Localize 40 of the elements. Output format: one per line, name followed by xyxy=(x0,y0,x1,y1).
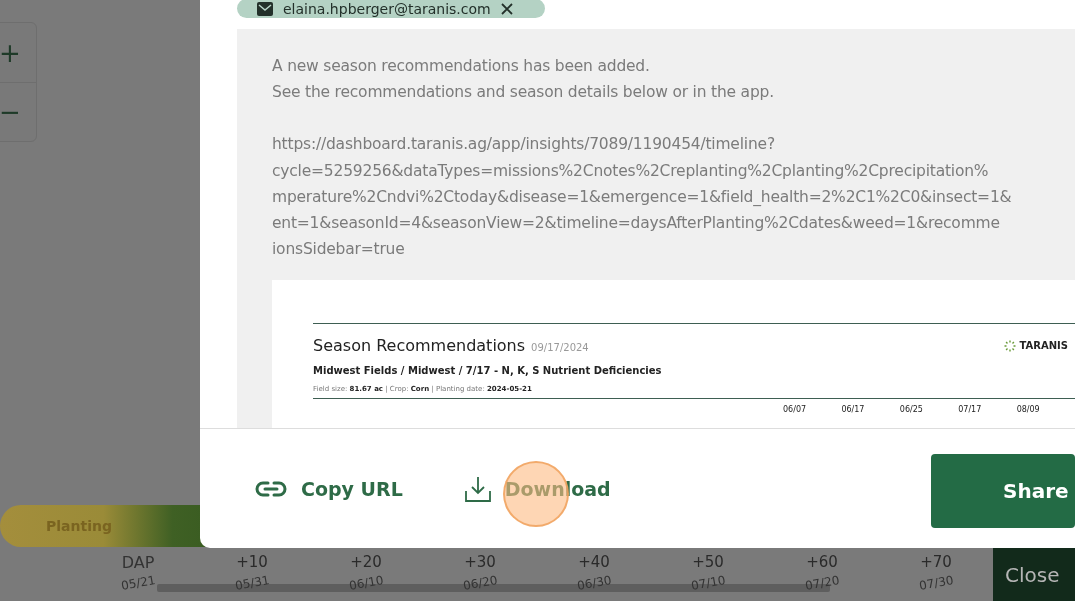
share-button[interactable]: Share xyxy=(931,453,1075,528)
logo-icon xyxy=(1004,339,1017,352)
link-icon xyxy=(255,479,287,498)
axis-tick: +30 xyxy=(463,553,497,572)
axis-tick: +40 xyxy=(577,553,611,572)
column-date: 06/07 xyxy=(783,405,808,415)
url-text: https://dashboard.taranis.ag/app/insights/7089/1190454/timeline? xyxy=(272,134,776,156)
date-tick: 07/30 xyxy=(917,573,955,593)
column-date: 06/17 xyxy=(841,405,866,415)
date-tick: 06/30 xyxy=(575,573,613,593)
report-title: Season Recommendations xyxy=(313,336,526,356)
url-text: cycle=5259256&dataTypes=missions%2Cnotes%2Creplanting%2Cplanting%2Cprecipitation% xyxy=(272,160,990,182)
logo-text: TARANIS xyxy=(1019,340,1068,352)
axis-tick: +70 xyxy=(919,553,953,572)
axis-tick: +50 xyxy=(691,553,725,572)
axis-label: DAP xyxy=(120,553,156,572)
date-tick: 05/21 xyxy=(119,573,157,593)
remove-icon[interactable] xyxy=(500,2,513,15)
axis-tick: +10 xyxy=(235,553,269,572)
date-tick: 07/10 xyxy=(689,573,727,593)
close-button[interactable]: Close xyxy=(993,548,1075,601)
column-date: 08/09 xyxy=(1016,405,1041,415)
axis-tick: +20 xyxy=(349,553,383,572)
message-text: See the recommendations and season details below or in the app. xyxy=(272,82,775,104)
date-tick: 06/10 xyxy=(347,573,385,593)
column-date: 06/25 xyxy=(899,405,924,415)
download-icon xyxy=(464,475,491,502)
column-date: 07/17 xyxy=(958,405,983,415)
url-text: ionsSidebar=true xyxy=(272,239,406,261)
date-tick: 05/31 xyxy=(233,573,271,593)
message-text: A new season recommendations has been added. xyxy=(272,56,651,77)
url-text: mperature%2Cndvi%2Ctoday&disease=1&emergence=1&field_health=2%2C1%2C0&insect=1& xyxy=(272,186,1013,208)
recipient-email: elaina.hpberger@taranis.com xyxy=(283,0,491,17)
url-text: ent=1&seasonId=4&seasonView=2&timeline=daysAfterPlanting%2Cdates&weed=1&recomme xyxy=(272,213,1001,234)
date-tick: 07/20 xyxy=(803,573,841,593)
report-path: Midwest Fields / Midwest / 7/17 - N, K, S Nutrient Deficiencies xyxy=(313,365,663,377)
axis-tick: +60 xyxy=(805,553,839,572)
report-date: 09/17/2024 xyxy=(531,342,589,354)
copy-url-link[interactable]: Copy URL xyxy=(301,477,403,500)
date-tick: 06/20 xyxy=(461,573,499,593)
